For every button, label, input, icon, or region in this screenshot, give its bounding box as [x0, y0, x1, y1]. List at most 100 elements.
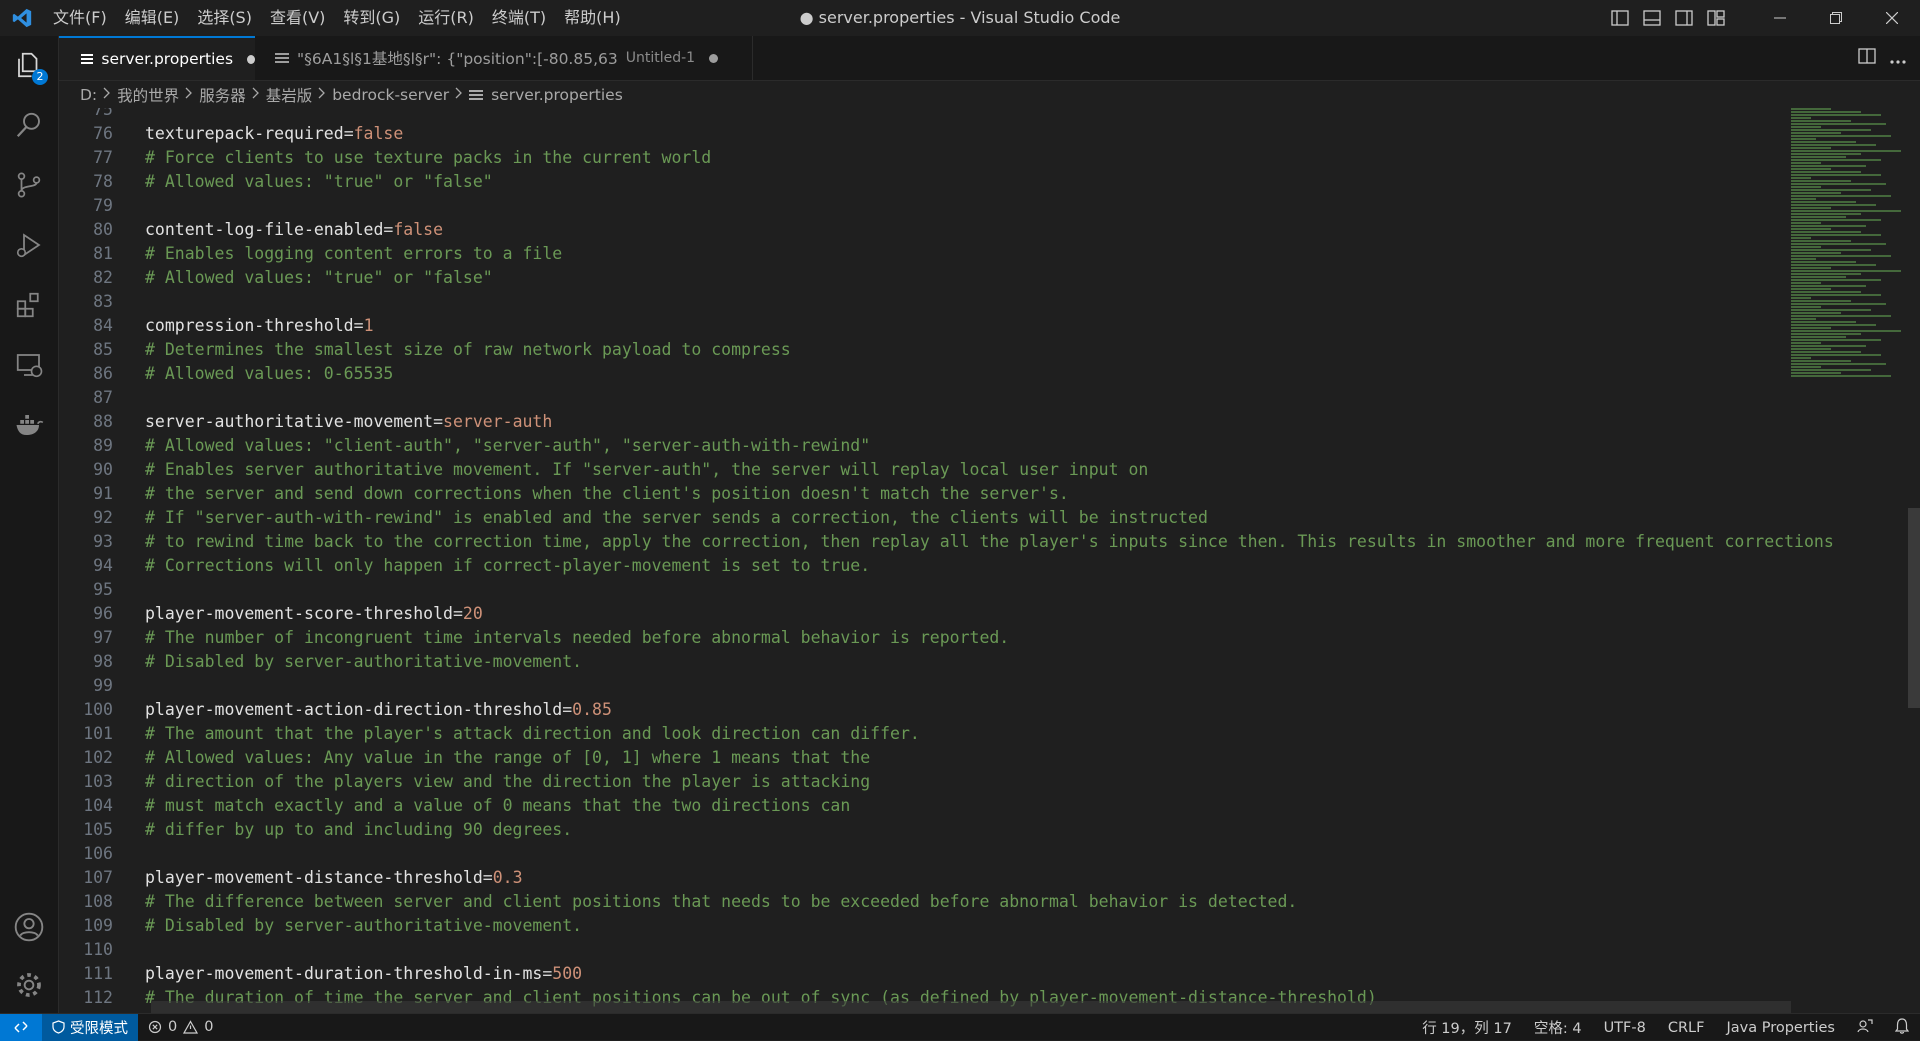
code-line[interactable]: 105 # differ by up to and including 90 de… [59, 818, 1789, 842]
indentation[interactable]: 空格: 4 [1523, 1017, 1593, 1038]
breadcrumb-item[interactable]: 基岩版 [266, 84, 313, 106]
code-line[interactable]: 78 # Allowed values: "true" or "false" [59, 170, 1789, 194]
code-line[interactable]: 79 [59, 194, 1789, 218]
line-number: 87 [93, 388, 113, 407]
more-actions-icon[interactable] [1890, 49, 1906, 68]
tab-untitled-1[interactable]: "§6A1§l§1基地§l§r": {"position":[-80.85,63… [255, 36, 753, 80]
comment: # Enables server authoritative movement.… [145, 460, 1149, 479]
manage-gear-icon[interactable] [0, 956, 58, 1014]
search-icon[interactable] [0, 96, 58, 154]
code-line[interactable]: 94 # Corrections will only happen if corr… [59, 554, 1789, 578]
code-line[interactable]: 100 player-movement-action-direction-thre… [59, 698, 1789, 722]
end-of-line[interactable]: CRLF [1657, 1020, 1716, 1036]
breadcrumb-item[interactable]: D: [80, 86, 97, 104]
menu-item[interactable]: 文件(F) [44, 0, 116, 36]
run-debug-icon[interactable] [0, 216, 58, 274]
breadcrumb-item[interactable]: 服务器 [199, 84, 246, 106]
menu-item[interactable]: 终端(T) [483, 0, 555, 36]
menu-item[interactable]: 编辑(E) [116, 0, 189, 36]
code-line[interactable]: 106 [59, 842, 1789, 866]
comment: # the server and send down corrections w… [145, 484, 1069, 503]
code-line[interactable]: 99 [59, 674, 1789, 698]
code-line[interactable]: 109 # Disabled by server-authoritative-mo… [59, 914, 1789, 938]
breadcrumb-item[interactable]: server.properties [491, 86, 623, 104]
minimap[interactable] [1791, 108, 1906, 378]
menu-item[interactable]: 转到(G) [334, 0, 409, 36]
feedback-icon[interactable] [1846, 1018, 1884, 1038]
line-number: 83 [93, 292, 113, 311]
docker-icon[interactable] [0, 396, 58, 454]
restricted-mode-indicator[interactable]: 受限模式 [42, 1013, 138, 1041]
tab-server-properties[interactable]: server.properties [59, 36, 255, 80]
code-line[interactable]: 108 # The difference between server and c… [59, 890, 1789, 914]
menu-item[interactable]: 查看(V) [261, 0, 334, 36]
vertical-scrollbar[interactable] [1906, 108, 1920, 1013]
code-line[interactable]: 85 # Determines the smallest size of raw … [59, 338, 1789, 362]
menu-item[interactable]: 运行(R) [409, 0, 483, 36]
horizontal-scrollbar[interactable] [151, 1001, 1791, 1013]
code-line[interactable]: 110 [59, 938, 1789, 962]
code-line[interactable]: 91 # the server and send down corrections… [59, 482, 1789, 506]
code-line[interactable]: 87 [59, 386, 1789, 410]
close-window-button[interactable] [1864, 0, 1920, 36]
code-line[interactable]: 88 server-authoritative-movement=server-a… [59, 410, 1789, 434]
code-line[interactable]: 89 # Allowed values: "client-auth", "serv… [59, 434, 1789, 458]
code-line[interactable]: 97 # The number of incongruent time inter… [59, 626, 1789, 650]
code-line[interactable]: 90 # Enables server authoritative movemen… [59, 458, 1789, 482]
code-line[interactable]: 81 # Enables logging content errors to a … [59, 242, 1789, 266]
menu-item[interactable]: 帮助(H) [555, 0, 630, 36]
line-number: 97 [93, 628, 113, 647]
code-editor[interactable]: 75 76 texturepack-required=false 77 # Force … [59, 108, 1920, 1013]
code-line[interactable]: 103 # direction of the players view and t… [59, 770, 1789, 794]
code-line[interactable]: 107 player-movement-distance-threshold=0.… [59, 866, 1789, 890]
code-line[interactable]: 111 player-movement-duration-threshold-in… [59, 962, 1789, 986]
code-line[interactable]: 101 # The amount that the player's attack… [59, 722, 1789, 746]
code-line[interactable]: 76 texturepack-required=false [59, 122, 1789, 146]
minimap-line [1791, 177, 1811, 179]
code-line[interactable]: 92 # If "server-auth-with-rewind" is enab… [59, 506, 1789, 530]
code-line[interactable]: 93 # to rewind time back to the correctio… [59, 530, 1834, 554]
minimap-line [1791, 279, 1881, 281]
explorer-icon[interactable]: 2 [0, 36, 58, 94]
minimap-line [1791, 315, 1891, 317]
breadcrumb-item[interactable]: 我的世界 [117, 84, 179, 106]
unsaved-dot-icon[interactable] [709, 53, 719, 63]
cursor-position[interactable]: 行 19，列 17 [1411, 1017, 1523, 1038]
menu-item[interactable]: 选择(S) [188, 0, 261, 36]
source-control-icon[interactable] [0, 156, 58, 214]
encoding[interactable]: UTF-8 [1593, 1020, 1657, 1036]
accounts-icon[interactable] [0, 898, 58, 956]
unsaved-dot-icon[interactable] [247, 54, 255, 64]
extensions-icon[interactable] [0, 276, 58, 334]
language-mode[interactable]: Java Properties [1715, 1020, 1846, 1036]
notifications-bell-icon[interactable] [1884, 1017, 1920, 1038]
code-line[interactable]: 83 [59, 290, 1789, 314]
minimize-button[interactable] [1752, 0, 1808, 36]
customize-layout-icon[interactable] [1700, 0, 1732, 36]
toggle-primary-sidebar-icon[interactable] [1604, 0, 1636, 36]
code-line[interactable]: 77 # Force clients to use texture packs i… [59, 146, 1789, 170]
minimap-line [1791, 225, 1866, 227]
code-line[interactable]: 82 # Allowed values: "true" or "false" [59, 266, 1789, 290]
toggle-secondary-sidebar-icon[interactable] [1668, 0, 1700, 36]
comment: # The amount that the player's attack di… [145, 724, 920, 743]
code-line[interactable]: 75 [59, 108, 1789, 122]
code-line[interactable]: 102 # Allowed values: Any value in the ra… [59, 746, 1789, 770]
breadcrumb-item[interactable]: bedrock-server [332, 86, 449, 104]
code-line[interactable]: 104 # must match exactly and a value of 0… [59, 794, 1789, 818]
problems-indicator[interactable]: 0 0 [138, 1019, 223, 1035]
minimap-line [1791, 117, 1811, 119]
code-line[interactable]: 96 player-movement-score-threshold=20 [59, 602, 1789, 626]
restore-button[interactable] [1808, 0, 1864, 36]
warning-icon [183, 1020, 199, 1034]
code-line[interactable]: 86 # Allowed values: 0-65535 [59, 362, 1789, 386]
code-line[interactable]: 98 # Disabled by server-authoritative-mov… [59, 650, 1789, 674]
remote-explorer-icon[interactable] [0, 336, 58, 394]
code-line[interactable]: 80 content-log-file-enabled=false [59, 218, 1789, 242]
split-editor-icon[interactable] [1858, 48, 1876, 68]
code-line[interactable]: 84 compression-threshold=1 [59, 314, 1789, 338]
toggle-panel-icon[interactable] [1636, 0, 1668, 36]
scrollbar-thumb[interactable] [1908, 508, 1920, 708]
code-line[interactable]: 95 [59, 578, 1789, 602]
remote-indicator-icon[interactable] [0, 1013, 42, 1041]
